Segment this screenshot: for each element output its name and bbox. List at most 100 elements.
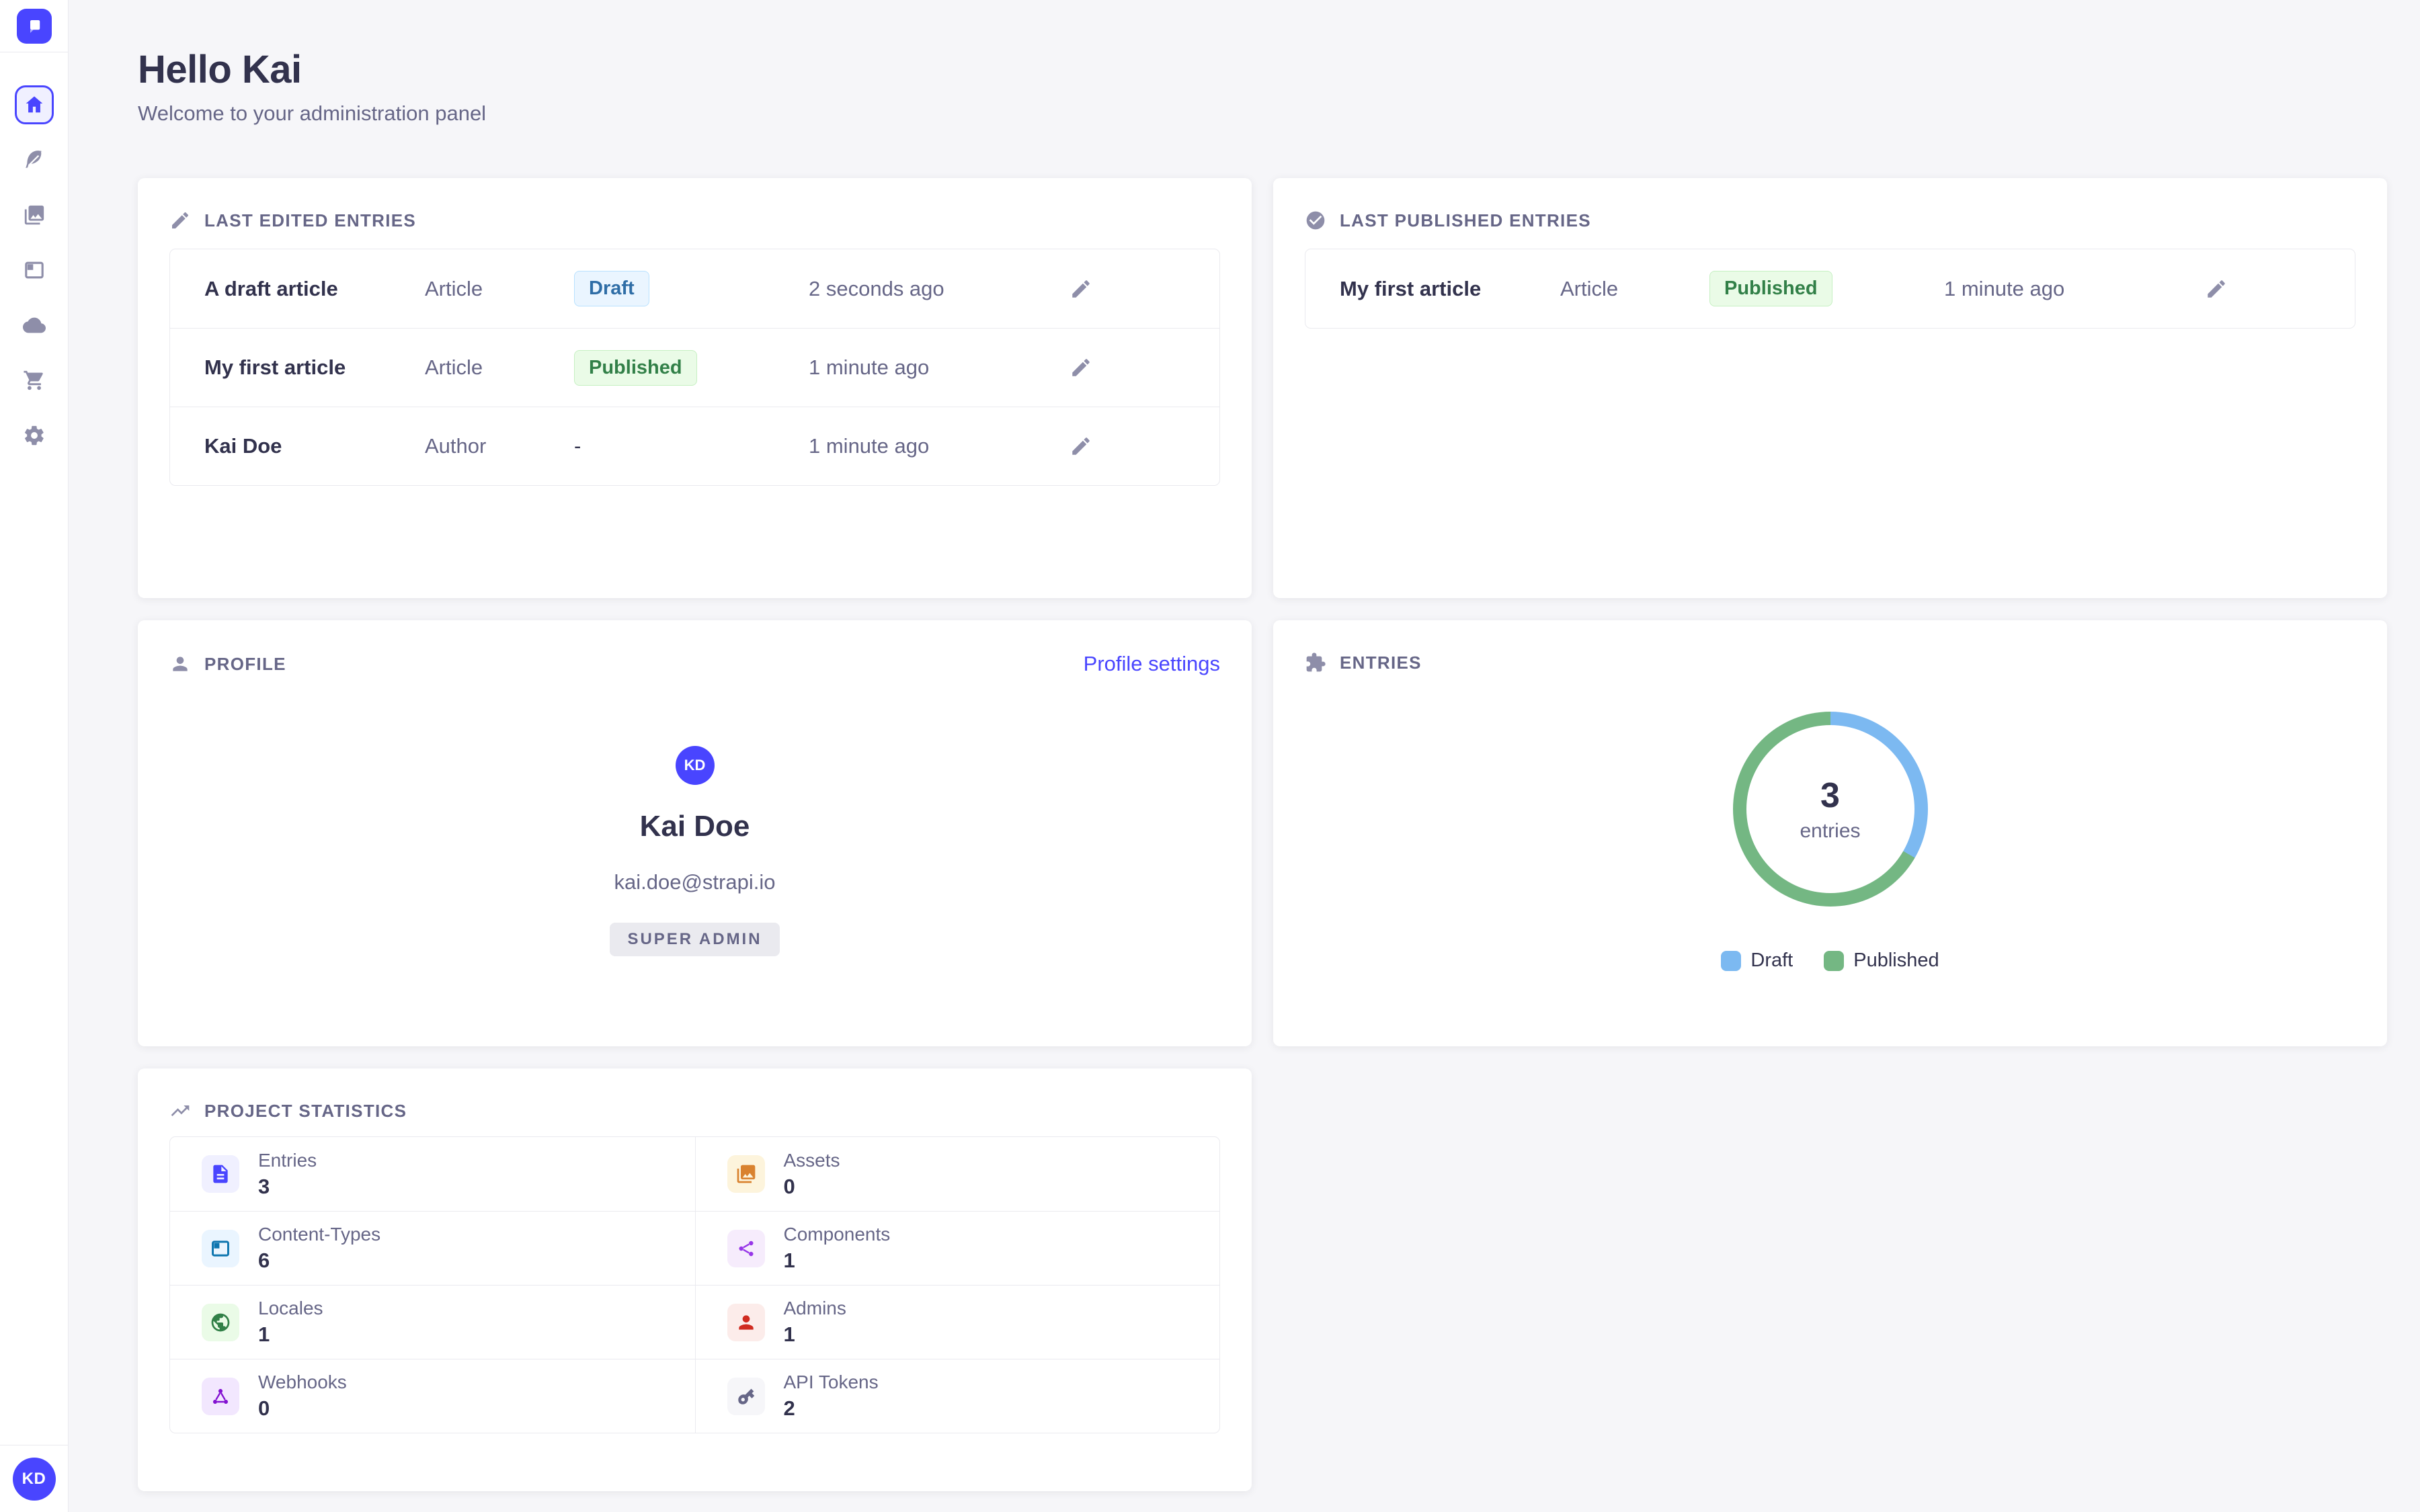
card-title: LAST PUBLISHED ENTRIES — [1340, 210, 1591, 231]
entry-time: 1 minute ago — [809, 434, 1037, 458]
stat-value: 6 — [258, 1249, 380, 1273]
sidebar-item-content-manager[interactable] — [15, 140, 54, 179]
edit-button[interactable] — [1064, 429, 1098, 463]
status-cell: Draft — [574, 271, 809, 306]
stat-webhooks: Webhooks 0 — [170, 1359, 695, 1433]
chart-legend: Draft Published — [1721, 950, 1939, 972]
stat-label: Webhooks — [258, 1372, 347, 1393]
legend-label: Draft — [1750, 950, 1793, 972]
table-row[interactable]: Kai Doe Author - 1 minute ago — [170, 407, 1219, 485]
legend-swatch — [1721, 951, 1741, 971]
legend-item-published: Published — [1824, 950, 1939, 972]
project-statistics-card: PROJECT STATISTICS Entries 3 — [138, 1068, 1252, 1491]
key-icon — [727, 1378, 765, 1415]
stat-label: Content-Types — [258, 1224, 380, 1245]
profile-email: kai.doe@strapi.io — [614, 870, 776, 894]
entries-count-label: entries — [1800, 820, 1860, 843]
edit-icon — [1070, 356, 1092, 379]
edit-button[interactable] — [2200, 272, 2233, 306]
user-avatar[interactable]: KD — [13, 1458, 56, 1501]
entries-table: My first article Article Published 1 min… — [1305, 249, 2355, 329]
entries-donut: 3 entries — [1733, 712, 1928, 907]
feather-icon — [23, 149, 46, 171]
profile-avatar: KD — [676, 746, 715, 785]
stat-label: Components — [784, 1224, 891, 1245]
strapi-logo — [17, 9, 52, 44]
sidebar-item-cloud[interactable] — [15, 306, 54, 345]
last-edited-entries-card: LAST EDITED ENTRIES A draft article Arti… — [138, 178, 1252, 598]
card-header: PROJECT STATISTICS — [138, 1068, 1252, 1122]
sidebar-item-home[interactable] — [15, 85, 54, 124]
stat-text: Locales 1 — [258, 1298, 323, 1347]
cart-icon — [23, 369, 46, 392]
main-content: Hello Kai Welcome to your administration… — [69, 0, 2420, 1491]
sidebar-item-media-library[interactable] — [15, 196, 54, 235]
stat-label: Entries — [258, 1150, 317, 1171]
puzzle-icon — [1305, 652, 1326, 673]
stat-text: API Tokens 2 — [784, 1372, 879, 1421]
sidebar-item-settings[interactable] — [15, 416, 54, 455]
stat-label: Assets — [784, 1150, 840, 1171]
profile-body: KD Kai Doe kai.doe@strapi.io SUPER ADMIN — [138, 676, 1252, 956]
stat-label: Admins — [784, 1298, 846, 1319]
card-header: ENTRIES — [1273, 620, 2387, 673]
legend-swatch — [1824, 951, 1844, 971]
edit-icon — [1070, 278, 1092, 300]
trend-up-icon — [169, 1100, 191, 1122]
sidebar-item-marketplace[interactable] — [15, 361, 54, 400]
sidebar-item-content-type-builder[interactable] — [15, 251, 54, 290]
entries-chart: 3 entries Draft Published — [1273, 673, 2387, 972]
images-icon — [23, 204, 46, 226]
status-badge: Published — [1709, 271, 1832, 306]
edit-icon — [169, 210, 191, 231]
stat-value: 1 — [784, 1322, 846, 1347]
stat-value: 1 — [258, 1322, 323, 1347]
entry-type: Author — [425, 434, 574, 458]
card-title: ENTRIES — [1340, 653, 1422, 673]
legend-item-draft: Draft — [1721, 950, 1793, 972]
stat-text: Components 1 — [784, 1224, 891, 1273]
edit-button[interactable] — [1064, 272, 1098, 306]
entry-name: My first article — [204, 355, 425, 380]
sidebar-footer: KD — [0, 1445, 68, 1512]
share-nodes-icon — [727, 1230, 765, 1267]
dashboard-grid: LAST EDITED ENTRIES A draft article Arti… — [138, 178, 2387, 1491]
page-title: Hello Kai — [138, 47, 2387, 92]
card-title: LAST EDITED ENTRIES — [204, 210, 416, 231]
card-header: PROFILE Profile settings — [138, 620, 1252, 676]
entry-name: My first article — [1340, 277, 1560, 301]
stat-value: 0 — [258, 1396, 347, 1421]
user-icon — [169, 653, 191, 675]
layout-icon — [202, 1230, 239, 1267]
profile-settings-link[interactable]: Profile settings — [1084, 652, 1220, 676]
profile-name: Kai Doe — [640, 810, 750, 843]
status-empty: - — [574, 434, 581, 458]
entries-count: 3 — [1820, 775, 1840, 816]
table-row[interactable]: My first article Article Published 1 min… — [1305, 249, 2355, 328]
stat-admins: Admins 1 — [695, 1285, 1220, 1359]
edit-icon — [1070, 435, 1092, 458]
stat-value: 0 — [784, 1175, 840, 1199]
card-header: LAST EDITED ENTRIES — [138, 178, 1252, 231]
donut-center: 3 entries — [1746, 725, 1914, 893]
edit-cell — [1037, 429, 1219, 463]
pictures-icon — [727, 1155, 765, 1193]
last-published-entries-card: LAST PUBLISHED ENTRIES My first article … — [1273, 178, 2387, 598]
edit-cell — [1037, 351, 1219, 384]
stat-content-types: Content-Types 6 — [170, 1211, 695, 1285]
stat-value: 3 — [258, 1175, 317, 1199]
status-cell: Published — [574, 350, 809, 386]
table-row[interactable]: My first article Article Published 1 min… — [170, 328, 1219, 407]
stat-text: Assets 0 — [784, 1150, 840, 1199]
entry-name: A draft article — [204, 277, 425, 301]
edit-cell — [2173, 272, 2355, 306]
edit-button[interactable] — [1064, 351, 1098, 384]
card-title: PROJECT STATISTICS — [204, 1101, 407, 1122]
card-header: LAST PUBLISHED ENTRIES — [1273, 178, 2387, 231]
check-circle-icon — [1305, 210, 1326, 231]
table-row[interactable]: A draft article Article Draft 2 seconds … — [170, 249, 1219, 328]
stat-label: Locales — [258, 1298, 323, 1319]
file-icon — [202, 1155, 239, 1193]
status-badge: Draft — [574, 271, 649, 306]
status-cell: Published — [1709, 271, 1944, 306]
